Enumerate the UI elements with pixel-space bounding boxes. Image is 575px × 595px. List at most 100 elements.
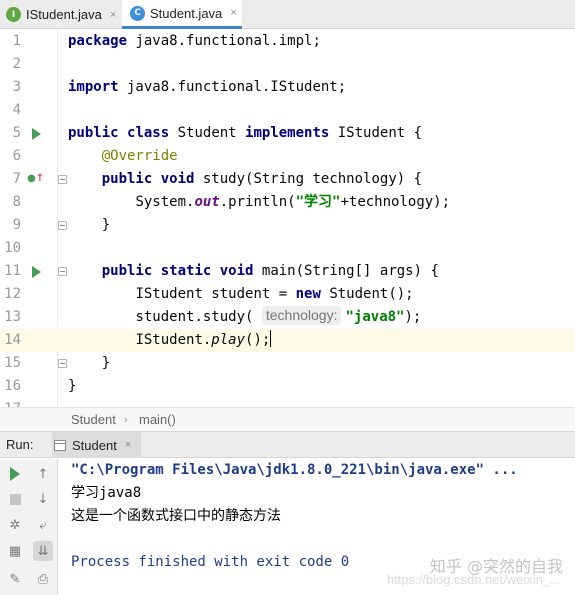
print-icon: ⎙ (37, 571, 49, 587)
debug-button[interactable]: ✲ (5, 515, 25, 535)
code-text: java8.functional.impl; (127, 33, 321, 49)
code-line[interactable]: 5 public class Student implements IStude… (0, 122, 575, 145)
code-line[interactable]: 11 public static void main(String[] args… (0, 260, 575, 283)
tab-label: IStudent.java (26, 7, 102, 22)
keyword: static (160, 263, 212, 279)
line-number: 7 (12, 171, 21, 187)
current-code-line[interactable]: 14 IStudent.play(); (0, 329, 575, 352)
editor-tab-bar: I IStudent.java × C Student.java × (0, 0, 575, 29)
code-editor[interactable]: 1 package java8.functional.impl; 2 3 imp… (0, 30, 575, 407)
scroll-up-button[interactable]: ↑ (33, 464, 53, 484)
line-number: 4 (12, 102, 21, 118)
code-line[interactable]: 8 System.out.println("学习"+technology); (0, 191, 575, 214)
fold-icon[interactable] (58, 267, 67, 276)
code-line[interactable]: 17 (0, 398, 575, 407)
implements-method-icon[interactable]: ●↑ (27, 172, 44, 186)
keyword: void (219, 263, 254, 279)
line-number: 8 (12, 194, 21, 210)
code-line[interactable]: 16 } (0, 375, 575, 398)
run-main-icon[interactable] (32, 266, 41, 278)
keyword: import (68, 79, 119, 95)
fold-icon[interactable] (58, 175, 67, 184)
code-text: } (68, 378, 77, 394)
code-text: Student (169, 125, 246, 141)
keyword: public (68, 125, 119, 141)
close-icon[interactable]: × (230, 7, 236, 19)
string-literal: "学习" (295, 194, 341, 210)
code-line[interactable]: 6 @Override (0, 145, 575, 168)
code-text: student.study( (135, 309, 262, 325)
code-line[interactable]: 3 import java8.functional.IStudent; (0, 76, 575, 99)
code-line[interactable]: 1 package java8.functional.impl; (0, 30, 575, 53)
text-caret (270, 330, 272, 347)
soft-wrap-button[interactable]: ⤶ (33, 515, 53, 535)
console-output-line: 这是一个函数式接口中的静态方法 (71, 508, 281, 524)
code-text: Student(); (320, 286, 414, 302)
code-line[interactable]: 4 (0, 99, 575, 122)
keyword: void (160, 171, 195, 187)
tab-istudent-java[interactable]: I IStudent.java × (6, 0, 116, 29)
line-number: 3 (12, 79, 21, 95)
code-line[interactable]: 9 } (0, 214, 575, 237)
print-button[interactable]: ⎙ (33, 569, 53, 589)
tab-student-java[interactable]: C Student.java × (122, 0, 242, 29)
console-output[interactable]: "C:\Program Files\Java\jdk1.8.0_221\bin\… (58, 459, 575, 595)
layout-icon: ▦ (8, 543, 22, 559)
scroll-to-end-button[interactable]: ⇊ (33, 541, 53, 561)
breadcrumb: Student › main() (0, 407, 575, 432)
parameter-hint: technology: (261, 306, 342, 325)
console-command-line: "C:\Program Files\Java\jdk1.8.0_221\bin\… (71, 462, 518, 478)
fold-icon[interactable] (58, 221, 67, 230)
keyword: public (101, 263, 153, 279)
line-number: 11 (4, 263, 21, 279)
line-number: 2 (12, 56, 21, 72)
code-line[interactable]: 7 ●↑ public void study(String technology… (0, 168, 575, 191)
code-line[interactable]: 2 (0, 53, 575, 76)
pin-icon: ✎ (9, 571, 21, 587)
code-text: IStudent { (329, 125, 423, 141)
code-text: study(String technology) { (194, 171, 423, 187)
keyword: public (101, 171, 153, 187)
scroll-down-button[interactable]: ↓ (33, 489, 53, 509)
code-text: IStudent student = (135, 286, 296, 302)
code-line[interactable]: 13 student.study( technology: "java8"); (0, 306, 575, 329)
code-text: java8.functional.IStudent; (118, 79, 347, 95)
run-tab-student[interactable]: Student × (52, 432, 142, 458)
code-text: ); (404, 309, 422, 325)
line-number: 12 (4, 286, 21, 302)
keyword: new (295, 286, 321, 302)
keyword: implements (245, 125, 330, 141)
line-number: 15 (4, 355, 21, 371)
static-method: play (211, 332, 246, 348)
code-text: System. (135, 194, 195, 210)
line-number: 10 (4, 240, 21, 256)
code-line[interactable]: 12 IStudent student = new Student(); (0, 283, 575, 306)
fold-icon[interactable] (58, 359, 67, 368)
code-text: (); (245, 332, 271, 348)
wrap-icon: ⤶ (39, 517, 47, 533)
breadcrumb-class[interactable]: Student (71, 408, 116, 432)
close-icon[interactable]: × (110, 9, 116, 21)
code-line[interactable]: 10 (0, 237, 575, 260)
watermark: 知乎 @突然的自我 (429, 557, 563, 576)
arrow-down-icon: ↓ (37, 491, 49, 507)
code-line[interactable]: 15 } (0, 352, 575, 375)
rerun-button[interactable] (5, 464, 25, 484)
code-text: } (101, 217, 111, 233)
layout-button[interactable]: ▦ (5, 541, 25, 561)
tab-label: Student.java (150, 5, 223, 21)
stop-icon (9, 493, 21, 505)
pin-button[interactable]: ✎ (5, 569, 25, 589)
line-number: 6 (12, 148, 21, 164)
breadcrumb-method[interactable]: main() (139, 408, 176, 432)
console-output-line: 学习java8 (71, 485, 142, 501)
breadcrumb-separator-icon: › (124, 414, 128, 426)
run-config-icon (54, 439, 66, 451)
stop-button[interactable] (5, 489, 25, 509)
play-icon (10, 467, 20, 481)
static-field: out (194, 194, 220, 210)
close-icon[interactable]: × (125, 439, 131, 451)
line-number: 1 (12, 33, 21, 49)
run-class-icon[interactable] (32, 128, 41, 140)
line-number: 9 (12, 217, 21, 233)
